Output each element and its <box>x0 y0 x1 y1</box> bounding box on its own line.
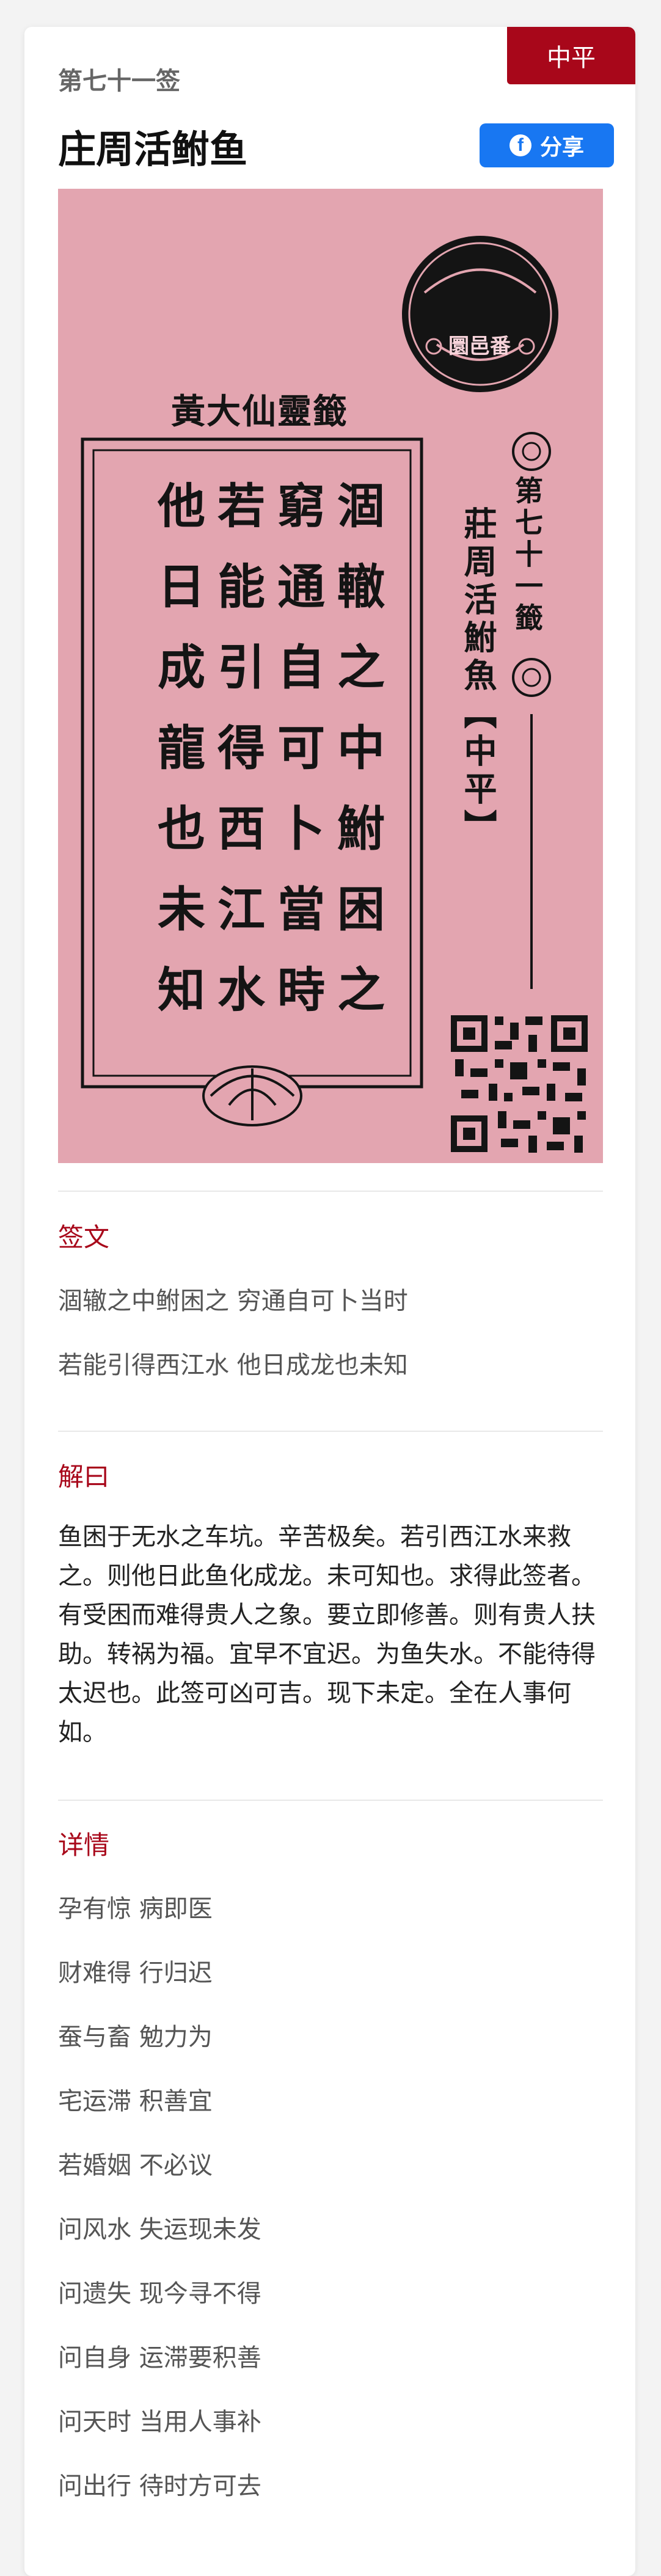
details-section-label: 详情 <box>58 1830 110 1860</box>
detail-item: 财难得 行归迟 <box>58 1959 213 1987</box>
divider <box>58 1800 603 1801</box>
divider <box>58 1191 603 1192</box>
stick-poem-line-2: 窮通自可卜當時 <box>269 481 325 1045</box>
seal-text: 圜邑番 <box>448 334 511 359</box>
stick-poem-line-3: 若能引得西江水 <box>210 481 265 1045</box>
facebook-icon: f <box>509 134 531 156</box>
poem-line: 若能引得西江水 他日成龙也未知 <box>58 1351 408 1379</box>
fortune-stick-image: 圜邑番 黃大仙靈籤 第七十一籤 莊周活鮒魚【中平】 涸轍之中鮒困之 窮通自可卜當… <box>58 189 603 1163</box>
detail-item: 问风水 失运现未发 <box>58 2216 261 2244</box>
divider <box>58 1431 603 1432</box>
stick-image-title: 黃大仙靈籤 <box>171 392 348 432</box>
detail-item: 孕有惊 病即医 <box>58 1895 213 1923</box>
stick-title: 庄周活鲋鱼 <box>58 127 248 172</box>
interpretation-section-label: 解曰 <box>58 1462 110 1492</box>
poem-line: 涸辙之中鲋困之 穷通自可卜当时 <box>58 1287 408 1315</box>
fortune-card: 中平 第七十一签 庄周活鲋鱼 f 分享 圜邑番 黃大仙靈籤 第七十一籤 莊周活鮒… <box>24 27 635 2576</box>
stick-image-number: 第七十一籤 <box>511 476 544 635</box>
detail-item: 问出行 待时方可去 <box>58 2472 261 2500</box>
share-button[interactable]: f 分享 <box>480 123 614 167</box>
poem-section-label: 签文 <box>58 1222 110 1252</box>
stick-poem-line-4: 他日成龍也未知 <box>150 481 205 1045</box>
stick-image-name: 莊周活鮒魚【中平】 <box>458 506 497 847</box>
detail-item: 若婚姻 不必议 <box>58 2151 213 2180</box>
share-label: 分享 <box>539 135 584 160</box>
stick-poem-line-1: 涸轍之中鮒困之 <box>329 481 385 1045</box>
detail-item: 问自身 运滞要积善 <box>58 2344 261 2372</box>
stick-number: 第七十一签 <box>58 67 180 95</box>
detail-item: 问天时 当用人事补 <box>58 2408 261 2436</box>
grade-badge: 中平 <box>507 27 635 84</box>
detail-item: 问遗失 现今寻不得 <box>58 2280 261 2308</box>
detail-item: 宅运滞 积善宜 <box>58 2087 213 2115</box>
interpretation-text: 鱼困于无水之车坑。辛苦极矣。若引西江水来救之。则他日此鱼化成龙。未可知也。求得此… <box>58 1523 596 1746</box>
detail-item: 蚕与畜 勉力为 <box>58 2023 213 2051</box>
